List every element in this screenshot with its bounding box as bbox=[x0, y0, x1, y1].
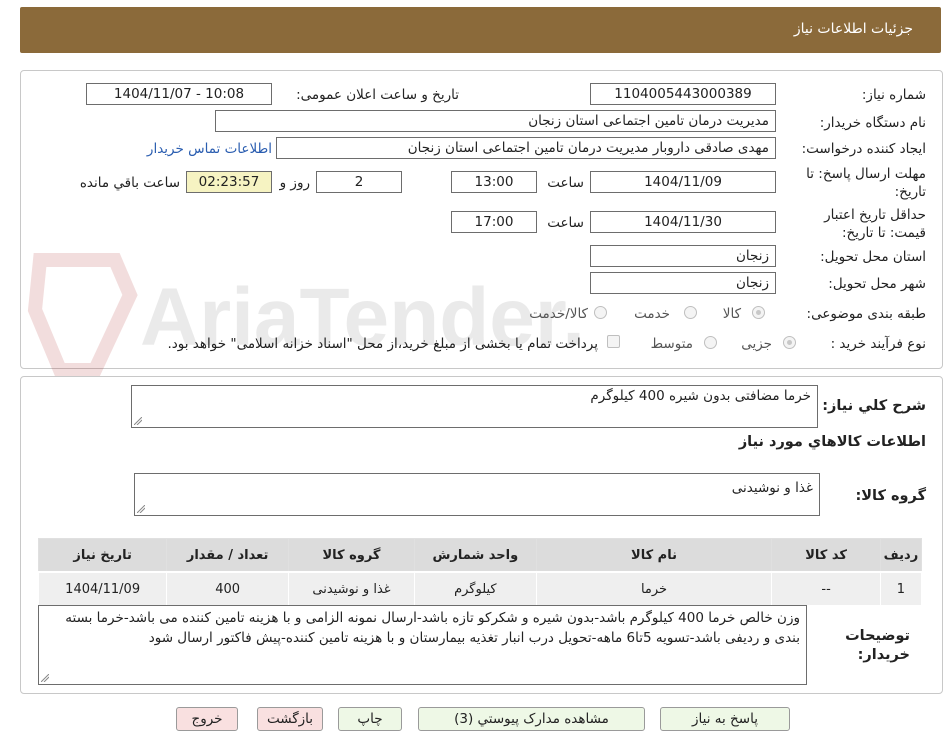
resize-grip-icon[interactable] bbox=[41, 674, 49, 682]
page-title: جزئیات اطلاعات نیاز bbox=[793, 21, 913, 37]
category-label: طبقه بندی موضوعی: bbox=[806, 306, 926, 322]
col-unit: واحد شمارش bbox=[414, 538, 537, 573]
summary-textarea[interactable]: خرما مضافتی بدون شیره 400 کیلوگرم bbox=[131, 385, 818, 428]
goods-table: رديف کد کالا نام کالا واحد شمارش گروه کا… bbox=[37, 538, 923, 606]
buyer-contact-link[interactable]: اطلاعات تماس خریدار bbox=[147, 141, 272, 157]
process-minor-label: جزیی bbox=[741, 336, 772, 352]
province-label: استان محل تحویل: bbox=[820, 249, 926, 265]
requester-label: ایجاد کننده درخواست: bbox=[801, 141, 926, 157]
table-row: 1 -- خرما کیلوگرم غذا و نوشیدنی 400 1404… bbox=[37, 571, 923, 606]
process-medium-radio[interactable] bbox=[704, 336, 717, 349]
print-button[interactable]: چاپ bbox=[338, 707, 402, 731]
remaining-time-label: ساعت باقي مانده bbox=[79, 175, 180, 191]
goods-group-text: غذا و نوشیدنی bbox=[731, 480, 813, 496]
exit-button[interactable]: خروج bbox=[176, 707, 238, 731]
treasury-payment-checkbox[interactable] bbox=[607, 335, 620, 348]
requester-field: مهدی صادقی داروبار مدیریت درمان تامین اج… bbox=[276, 137, 776, 159]
table-header-row: رديف کد کالا نام کالا واحد شمارش گروه کا… bbox=[37, 538, 923, 573]
col-quantity: تعداد / مقدار bbox=[166, 538, 289, 573]
buyer-org-field: مدیریت درمان تامین اجتماعی استان زنجان bbox=[215, 110, 776, 132]
buyer-notes-text: وزن خالص خرما 400 کیلوگرم باشد-بدون شیره… bbox=[65, 610, 800, 646]
cell-unit: کیلوگرم bbox=[414, 571, 537, 606]
reply-time-label: ساعت bbox=[547, 175, 584, 191]
category-goods-service-radio[interactable] bbox=[594, 306, 607, 319]
price-validity-label-2: قیمت: تا تاریخ: bbox=[842, 225, 926, 241]
city-label: شهر محل تحویل: bbox=[828, 276, 926, 292]
cell-quantity: 400 bbox=[166, 571, 289, 606]
announce-date-field: 1404/11/07 - 10:08 bbox=[86, 83, 272, 105]
process-label: نوع فرآیند خرید : bbox=[830, 336, 926, 352]
validity-time-label: ساعت bbox=[547, 215, 584, 231]
col-row: رديف bbox=[879, 538, 923, 573]
category-goods-label: کالا bbox=[722, 306, 741, 322]
col-group: گروه کالا bbox=[287, 538, 416, 573]
price-validity-label: حداقل تاریخ اعتبار bbox=[824, 207, 926, 223]
buyer-notes-label-2: خریدار: bbox=[857, 647, 910, 663]
resize-grip-icon[interactable] bbox=[137, 505, 145, 513]
col-date: تاريخ نياز bbox=[37, 538, 168, 573]
cell-code: -- bbox=[771, 571, 881, 606]
reply-button[interactable]: پاسخ به نياز bbox=[660, 707, 790, 731]
goods-group-label: گروه کالا: bbox=[855, 488, 926, 504]
col-code: کد کالا bbox=[771, 538, 881, 573]
city-field: زنجان bbox=[590, 272, 776, 294]
view-documents-button[interactable]: مشاهده مدارک پيوستي (3) bbox=[418, 707, 645, 731]
buyer-notes-label: توضیحات bbox=[845, 628, 910, 644]
days-field: 2 bbox=[316, 171, 402, 193]
need-number-field: 1104005443000389 bbox=[590, 83, 776, 105]
validity-time-field: 17:00 bbox=[451, 211, 537, 233]
buyer-notes-textarea[interactable]: وزن خالص خرما 400 کیلوگرم باشد-بدون شیره… bbox=[38, 605, 807, 685]
col-name: نام کالا bbox=[535, 538, 773, 573]
reply-date-field: 1404/11/09 bbox=[590, 171, 776, 193]
remaining-time-field: 02:23:57 bbox=[186, 171, 272, 193]
summary-label: شرح کلي نياز: bbox=[822, 398, 926, 414]
validity-date-field: 1404/11/30 bbox=[590, 211, 776, 233]
resize-grip-icon[interactable] bbox=[134, 417, 142, 425]
reply-deadline-label: مهلت ارسال پاسخ: تا bbox=[806, 166, 926, 182]
category-service-label: خدمت bbox=[634, 306, 670, 322]
page-header: جزئیات اطلاعات نیاز bbox=[20, 7, 941, 53]
cell-name: خرما bbox=[535, 571, 773, 606]
cell-date: 1404/11/09 bbox=[37, 571, 168, 606]
summary-text: خرما مضافتی بدون شیره 400 کیلوگرم bbox=[590, 388, 811, 404]
days-label: روز و bbox=[279, 175, 310, 191]
treasury-payment-note: پرداخت تمام یا بخشی از مبلغ خرید،از محل … bbox=[167, 336, 598, 352]
reply-time-field: 13:00 bbox=[451, 171, 537, 193]
category-goods-service-label: کالا/خدمت bbox=[529, 306, 588, 322]
category-service-radio[interactable] bbox=[684, 306, 697, 319]
process-minor-radio[interactable] bbox=[783, 336, 796, 349]
need-number-label: شماره نیاز: bbox=[861, 87, 926, 103]
goods-group-textarea[interactable]: غذا و نوشیدنی bbox=[134, 473, 820, 516]
province-field: زنجان bbox=[590, 245, 776, 267]
process-medium-label: متوسط bbox=[650, 336, 693, 352]
buyer-org-label: نام دستگاه خریدار: bbox=[819, 115, 926, 131]
reply-deadline-label-2: تاریخ: bbox=[894, 184, 926, 200]
goods-info-title: اطلاعات کالاهاي مورد نياز bbox=[738, 434, 926, 450]
announce-date-label: تاریخ و ساعت اعلان عمومی: bbox=[296, 87, 459, 103]
watermark-logo: AriaTender.net bbox=[27, 253, 580, 377]
cell-group: غذا و نوشیدنی bbox=[287, 571, 416, 606]
category-goods-radio[interactable] bbox=[752, 306, 765, 319]
back-button[interactable]: بازگشت bbox=[257, 707, 323, 731]
cell-row: 1 bbox=[879, 571, 923, 606]
